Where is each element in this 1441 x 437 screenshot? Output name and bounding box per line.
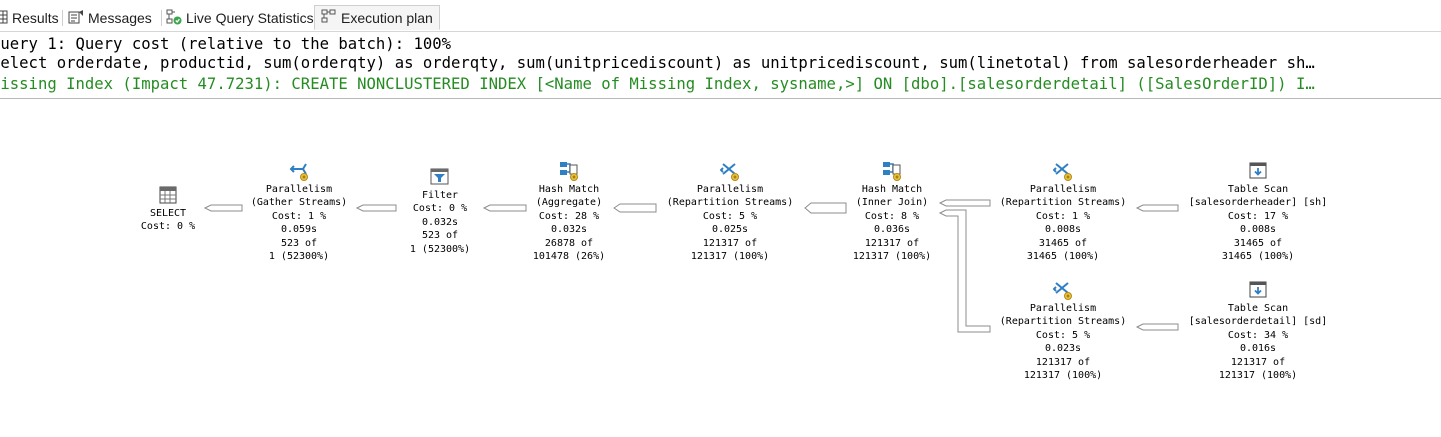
query-text[interactable]: select orderdate, productid, sum(orderqt… [0, 53, 1441, 73]
tab-live-query-statistics-label: Live Query Statistics [186, 10, 314, 26]
plan-node-text-line: Cost: 1 % [1035, 210, 1091, 222]
messages-icon [68, 9, 84, 27]
plan-node-text-line: Cost: 5 % [1035, 329, 1091, 341]
plan-node-text-line: Parallelism [1029, 303, 1097, 314]
plan-node-text-line: 121317 of [864, 237, 920, 249]
plan-node-text-line: (Repartition Streams) [999, 316, 1127, 328]
plan-node-text-line: [salesorderheader] [sh] [1188, 197, 1328, 209]
plan-node-text-line: 31465 (100%) [1026, 251, 1100, 263]
plan-node-text-line: (Repartition Streams) [999, 197, 1127, 209]
tab-messages[interactable]: Messages [68, 7, 152, 29]
live-stats-icon [166, 9, 182, 28]
plan-node-text-line: 31465 of [1038, 237, 1088, 249]
hash-match-icon [882, 161, 902, 181]
grid-icon [0, 10, 8, 27]
plan-node-text-line: 121317 of [1035, 356, 1091, 368]
plan-node-table-scan-salesorderdetail[interactable]: Table Scan [salesorderdetail] [sd] Cost:… [1158, 280, 1358, 382]
query-cost-text: Query 1: Query cost (relative to the bat… [0, 35, 452, 53]
tab-separator [62, 10, 63, 26]
plan-node-text-line: [salesorderdetail] [sd] [1188, 316, 1328, 328]
plan-node-text-line: 31465 (100%) [1221, 251, 1295, 263]
plan-node-text-line: 0.008s [1044, 224, 1082, 236]
parallelism-icon [719, 161, 740, 181]
plan-node-text-line: 0.016s [1239, 343, 1277, 355]
plan-arrows [203, 199, 1179, 333]
tab-execution-plan-label: Execution plan [341, 9, 433, 26]
plan-node-text-line: 121317 (100%) [1023, 370, 1103, 382]
plan-node-text-line: Cost: 34 % [1227, 329, 1289, 341]
tab-results[interactable]: Results [0, 7, 59, 29]
tab-live-query-statistics[interactable]: Live Query Statistics [166, 7, 314, 29]
plan-node-text-line: 121317 (100%) [852, 251, 932, 263]
plan-node-parallelism-repartition[interactable]: Parallelism (Repartition Streams) Cost: … [963, 161, 1163, 263]
parallelism-icon [1052, 161, 1073, 181]
plan-header: Query 1: Query cost (relative to the bat… [0, 31, 1441, 99]
hash-match-icon [559, 161, 579, 181]
tab-execution-plan[interactable]: Execution plan [314, 5, 440, 30]
table-scan-icon [1248, 161, 1268, 181]
plan-node-hash-match-inner-join[interactable]: Hash Match (Inner Join) Cost: 8 % 0.036s… [792, 161, 992, 263]
plan-node-text-line: 31465 of [1233, 237, 1283, 249]
missing-index-hint[interactable]: Missing Index (Impact 47.7231): CREATE N… [0, 74, 1441, 94]
tab-results-label: Results [12, 10, 59, 26]
plan-node-text-line: 0.036s [873, 224, 911, 236]
plan-node-text-line: Table Scan [1227, 303, 1289, 314]
parallelism-icon [289, 161, 309, 181]
plan-node-text-line: (Inner Join) [855, 197, 929, 209]
execution-plan-graph: SELECT Cost: 0 % Parallelism (Gather Str… [0, 99, 1441, 437]
results-tab-strip: Results Messages Live Query Statistics E… [0, 0, 1441, 32]
tab-separator [161, 10, 162, 26]
table-scan-icon [1248, 280, 1268, 300]
plan-node-parallelism-repartition[interactable]: Parallelism (Repartition Streams) Cost: … [963, 280, 1163, 382]
select-icon [158, 185, 178, 205]
plan-node-text-line: Cost: 17 % [1227, 210, 1289, 222]
plan-node-table-scan-salesorderheader[interactable]: Table Scan [salesorderheader] [sh] Cost:… [1158, 161, 1358, 263]
parallelism-icon [1052, 280, 1073, 300]
execution-plan-icon [321, 9, 337, 26]
plan-node-text-line: 0.023s [1044, 343, 1082, 355]
plan-node-text-line: Table Scan [1227, 184, 1289, 195]
plan-node-text-line: 121317 of [1230, 356, 1286, 368]
tab-messages-label: Messages [88, 10, 152, 26]
plan-node-text-line: 0.008s [1239, 224, 1277, 236]
plan-node-text-line: Cost: 8 % [864, 210, 920, 222]
filter-icon [430, 167, 450, 187]
plan-node-text-line: Hash Match [861, 184, 923, 195]
plan-node-text-line: 121317 (100%) [1218, 370, 1298, 382]
plan-node-text-line: Parallelism [1029, 184, 1097, 195]
